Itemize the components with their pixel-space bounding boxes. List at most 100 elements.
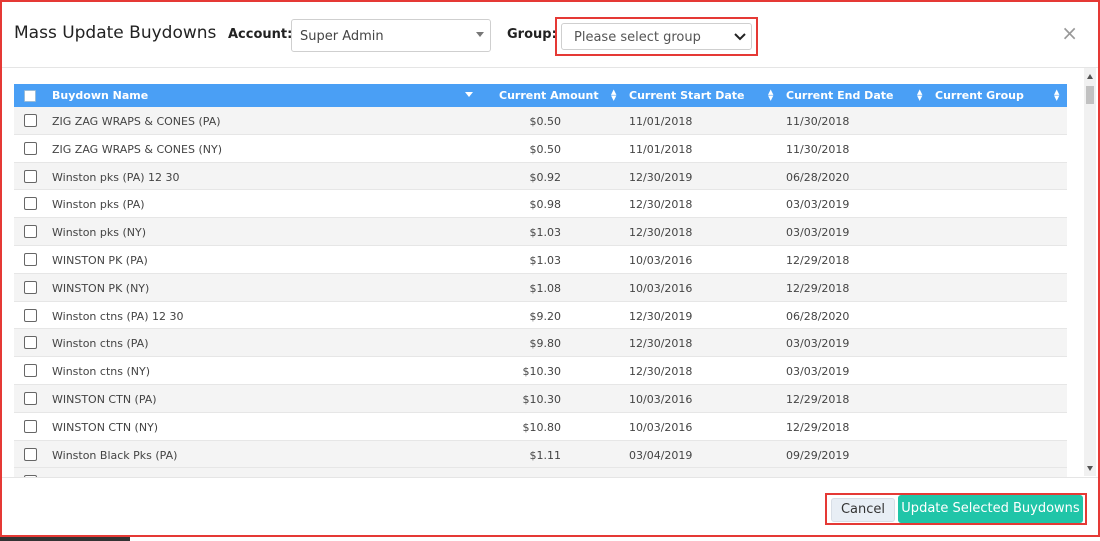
row-checkbox[interactable] (24, 364, 37, 378)
table-header: Buydown Name Current Amount ▲ ▼ Current S… (14, 84, 1067, 107)
buydown-name-cell: Winston pks (PA) (52, 198, 145, 212)
table-row[interactable]: Winston ctns (PA) $9.80 12/30/2018 03/03/20… (14, 329, 1067, 358)
row-checkbox[interactable] (24, 114, 37, 127)
current-end-date-cell: 12/29/2018 (786, 420, 850, 434)
table-row[interactable]: Winston pks (NY) $1.03 12/30/2018 03/03/201… (14, 218, 1067, 246)
column-header-current-start-date[interactable]: Current Start Date (629, 89, 745, 102)
sort-icon[interactable]: ▲ ▼ (917, 89, 922, 102)
row-checkbox[interactable] (24, 141, 37, 155)
current-start-date-cell: 03/04/2019 (629, 448, 693, 462)
current-amount-cell: $1.03 (529, 226, 562, 240)
current-start-date-cell: 10/03/2016 (629, 253, 693, 267)
current-end-date-cell: 12/29/2018 (786, 281, 850, 295)
scrollbar-thumb[interactable] (1086, 86, 1094, 104)
row-checkbox[interactable] (24, 308, 37, 322)
row-checkbox[interactable] (24, 391, 37, 405)
current-start-date-cell: 12/30/2018 (629, 226, 693, 240)
footer-buttons-highlight: Cancel Update Selected Buydowns (825, 493, 1087, 525)
row-checkbox[interactable] (24, 447, 37, 461)
table-row[interactable]: ZIG ZAG WRAPS & CONES (NY) $0.50 11/01/201… (14, 135, 1067, 163)
row-checkbox[interactable] (24, 280, 37, 294)
buydown-name-cell: ZIG ZAG WRAPS & CONES (NY) (52, 142, 223, 156)
buydown-name-cell: WINSTON CTN (NY) (52, 420, 159, 434)
current-start-date-cell: 12/30/2018 (629, 365, 693, 379)
row-checkbox[interactable] (24, 169, 37, 183)
table-row[interactable]: WINSTON PK (PA) $1.03 10/03/2016 12/29/2018 (14, 246, 1067, 274)
row-checkbox[interactable] (24, 252, 37, 266)
current-end-date-cell: 09/29/2019 (786, 448, 850, 462)
buydown-name-cell: ZIG ZAG WRAPS & CONES (PA) (52, 115, 221, 128)
column-header-buydown-name[interactable]: Buydown Name (52, 89, 148, 102)
buydown-name-cell: Winston Black Pks (PA) (52, 448, 178, 462)
buydowns-table: Buydown Name Current Amount ▲ ▼ Current S… (14, 84, 1067, 477)
current-end-date-cell: 11/30/2018 (786, 115, 850, 128)
table-row[interactable]: Winston ctns (NY) $10.30 12/30/2018 03/03/2… (14, 357, 1067, 385)
current-start-date-cell: 10/03/2016 (629, 420, 693, 434)
scroll-down-icon[interactable] (1087, 466, 1093, 471)
current-start-date-cell: 12/30/2019 (629, 170, 693, 184)
current-amount-cell: $1.08 (529, 281, 562, 295)
account-label: Account: (228, 27, 293, 42)
select-all-checkbox[interactable] (24, 90, 36, 102)
current-end-date-cell: 12/29/2018 (786, 392, 850, 406)
table-scrollbar[interactable] (1084, 68, 1096, 476)
current-start-date-cell: 11/01/2018 (629, 142, 693, 156)
close-icon[interactable]: × (1061, 23, 1078, 43)
table-row[interactable]: Winston pks (PA) $0.98 12/30/2018 03/03/201… (14, 190, 1067, 219)
caret-down-icon (476, 32, 484, 37)
current-amount-cell: $1.11 (529, 448, 562, 462)
table-body: ZIG ZAG WRAPS & CONES (PA) $0.50 11/01/201… (14, 107, 1067, 477)
table-row[interactable]: Winston pks (PA) 12 30 $0.92 12/30/2019 06/… (14, 162, 1067, 191)
column-header-current-end-date[interactable]: Current End Date (786, 89, 893, 102)
modal-header: Mass Update Buydowns Account: Super Admi… (2, 2, 1098, 68)
buydown-name-cell: WINSTON CTN (PA) (52, 392, 157, 406)
group-select[interactable]: Please select group (561, 23, 752, 50)
buydown-name-cell: Winston ctns (PA) (52, 337, 149, 351)
chevron-down-icon (734, 33, 746, 41)
row-checkbox[interactable] (24, 419, 37, 433)
sort-icon[interactable]: ▲ ▼ (1054, 89, 1059, 102)
current-amount-cell: $1.03 (529, 253, 562, 267)
buydown-name-cell: Winston pks (PA) 12 30 (52, 170, 180, 184)
scroll-up-icon[interactable] (1087, 74, 1093, 79)
current-end-date-cell: 03/03/2019 (786, 365, 850, 379)
update-selected-buydowns-button[interactable]: Update Selected Buydowns (898, 495, 1083, 523)
table-row[interactable]: Winston Black Pks (PA) $1.11 03/04/2019 09/… (14, 440, 1067, 469)
mass-update-buydowns-modal: Mass Update Buydowns Account: Super Admi… (0, 0, 1100, 537)
buydown-name-cell: Winston ctns (NY) (52, 365, 150, 379)
row-checkbox[interactable] (24, 336, 37, 350)
table-row[interactable]: Winston ctns (PA) 12 30 $9.20 12/30/2019 06… (14, 302, 1067, 330)
buydown-name-cell: Winston ctns (PA) 12 30 (52, 309, 184, 323)
sort-desc-icon[interactable] (465, 92, 473, 97)
table-row[interactable]: WINSTON CTN (NY) $10.80 10/03/2016 12/29/20… (14, 413, 1067, 441)
sort-icon[interactable]: ▲ ▼ (768, 89, 773, 102)
group-label: Group: (507, 27, 557, 42)
current-amount-cell: $0.50 (529, 142, 562, 156)
current-amount-cell: $9.80 (529, 337, 562, 351)
table-row[interactable]: ZIG ZAG WRAPS & CONES (PA) $0.50 11/01/201… (14, 107, 1067, 135)
current-amount-cell: $10.30 (522, 392, 562, 406)
current-start-date-cell: 12/30/2018 (629, 337, 693, 351)
window-edge (0, 537, 130, 541)
account-select[interactable]: Super Admin (291, 19, 491, 52)
current-start-date-cell: 10/03/2016 (629, 281, 693, 295)
current-start-date-cell: 12/30/2019 (629, 309, 693, 323)
group-select-placeholder: Please select group (574, 30, 701, 45)
current-end-date-cell: 11/30/2018 (786, 142, 850, 156)
row-checkbox[interactable] (24, 225, 37, 239)
current-end-date-cell: 03/03/2019 (786, 226, 850, 240)
sort-icon[interactable]: ▲ ▼ (611, 89, 616, 102)
current-end-date-cell: 03/03/2019 (786, 198, 850, 212)
table-row[interactable]: WINSTON CTN (PA) $10.30 10/03/2016 12/29/20… (14, 384, 1067, 413)
current-start-date-cell: 12/30/2018 (629, 198, 693, 212)
buydown-name-cell: WINSTON PK (PA) (52, 253, 148, 267)
cancel-button[interactable]: Cancel (831, 498, 895, 522)
row-checkbox[interactable] (24, 197, 37, 211)
current-amount-cell: $0.98 (529, 198, 562, 212)
table-row[interactable] (14, 468, 1067, 477)
buydown-name-cell: WINSTON PK (NY) (52, 281, 150, 295)
current-end-date-cell: 03/03/2019 (786, 337, 850, 351)
table-row[interactable]: WINSTON PK (NY) $1.08 10/03/2016 12/29/2018 (14, 273, 1067, 302)
column-header-current-amount[interactable]: Current Amount (499, 89, 599, 102)
column-header-current-group[interactable]: Current Group (935, 89, 1024, 102)
